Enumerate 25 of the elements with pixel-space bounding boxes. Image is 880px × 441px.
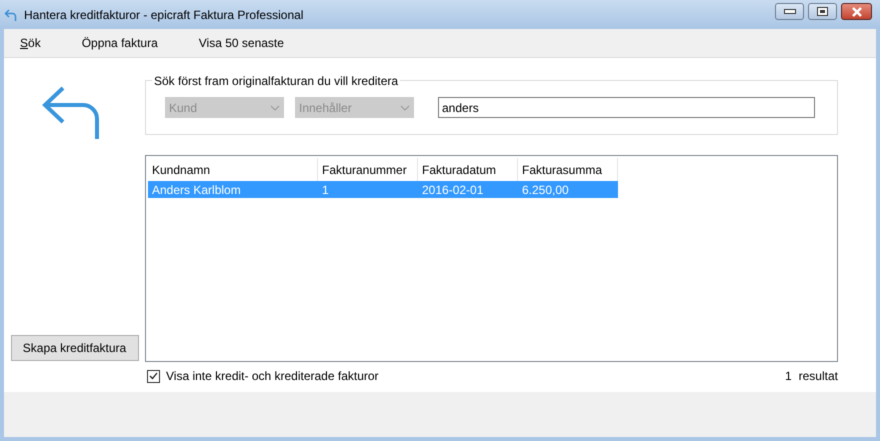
table-cell-text: 2016-02-01	[421, 182, 484, 198]
maximize-button[interactable]	[808, 3, 837, 20]
back-arrow-icon	[40, 86, 100, 140]
checkbox[interactable]	[147, 370, 160, 382]
create-credit-invoice-button[interactable]: Skapa kreditfaktura	[10, 335, 138, 361]
menu-item[interactable]: Visa 50 senaste	[198, 34, 284, 52]
table-cell-text: 1	[321, 182, 330, 198]
checkbox-label: Visa inte kredit- och krediterade fakturor	[166, 368, 379, 385]
window-title: Hantera kreditfakturor - epicraft Faktura Professional	[24, 6, 304, 24]
maximize-icon	[817, 7, 828, 16]
chevron-icon	[400, 104, 410, 110]
chevron-icon	[270, 104, 280, 110]
result-label: resultat	[798, 368, 838, 385]
table-cell-text: 6.250,00	[521, 182, 570, 198]
search-field[interactable]: anders	[438, 97, 815, 118]
table-cell-text: Anders Karlblom	[151, 182, 242, 198]
checkmark-icon	[149, 372, 158, 380]
menu-item[interactable]: Sök	[20, 34, 41, 52]
close-button[interactable]	[841, 3, 872, 20]
result-count: 1	[784, 368, 792, 385]
minimize-button[interactable]	[775, 3, 804, 20]
close-icon	[850, 6, 862, 16]
minimize-icon	[784, 9, 796, 14]
menu-item[interactable]: Öppna faktura	[82, 34, 158, 52]
back-arrow-icon	[4, 8, 18, 22]
